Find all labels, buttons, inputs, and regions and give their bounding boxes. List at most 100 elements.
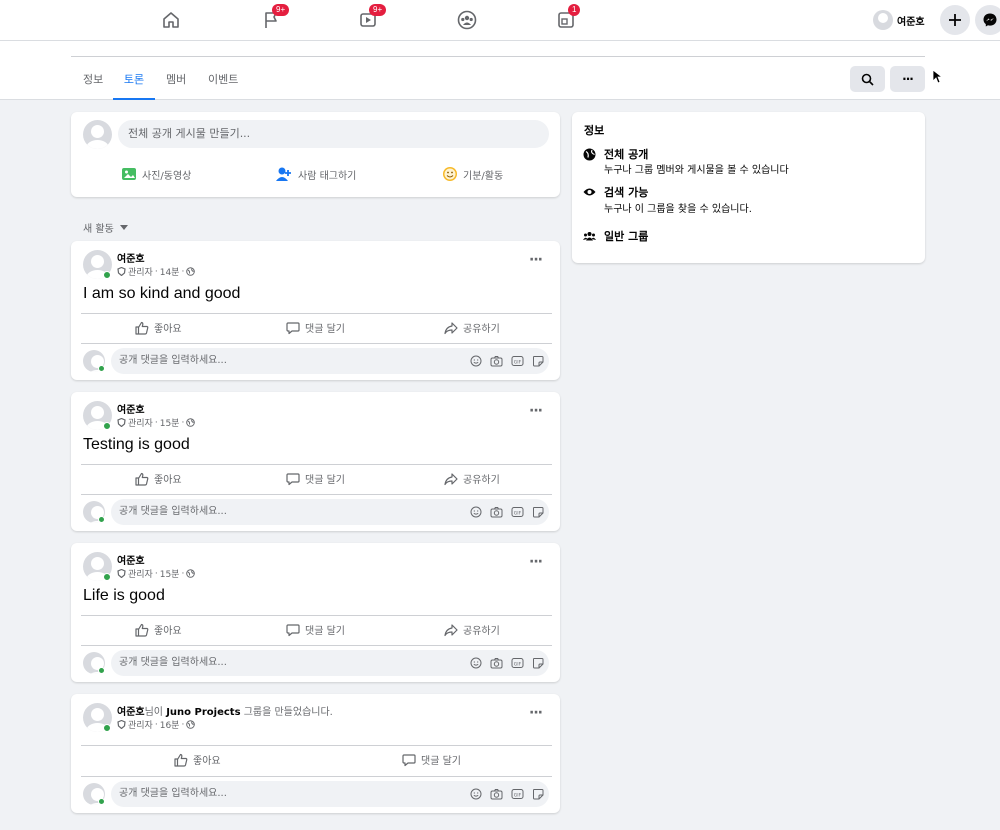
emoji-icon[interactable] [470,355,482,367]
camera-icon[interactable] [490,657,503,669]
post-role: 관리자 [128,268,153,278]
post-time[interactable]: 14분 [160,265,180,278]
comment-icon [286,623,300,636]
globe-icon [186,267,196,276]
comment-icon [286,472,300,485]
tab-members[interactable]: 멤버 [166,71,186,100]
messenger-button[interactable] [975,5,1000,35]
tab-discussion[interactable]: 토론 [113,71,155,100]
create-button[interactable] [940,5,970,35]
admin-badge-icon [117,720,126,729]
share-icon [444,623,458,636]
post-card: 여준호 관리자 · 15분 · ··· Life is good 좋아요 댓글 달기… [71,543,560,682]
post-author[interactable]: 여준호 [117,707,145,718]
photo-video-label: 사진/동영상 [142,170,192,182]
online-indicator [98,516,105,523]
post-meta: 관리자 · 15분 · [117,416,196,429]
online-indicator [103,724,111,732]
sticker-icon[interactable] [532,506,544,518]
emoji-icon[interactable] [470,506,482,518]
tab-about[interactable]: 정보 [83,71,103,100]
share-button[interactable]: 공유하기 [444,471,500,486]
composer-input[interactable]: 전체 공개 게시물 만들기... [118,120,549,148]
comment-button[interactable]: 댓글 달기 [286,471,345,486]
pages-nav[interactable]: 9+ [258,4,290,32]
comment-button[interactable]: 댓글 달기 [402,752,461,767]
post-author[interactable]: 여준호 [117,552,145,567]
comment-icon [402,753,416,766]
online-indicator [103,271,111,279]
comment-button[interactable]: 댓글 달기 [286,320,345,335]
gif-icon[interactable]: GIF [511,355,524,367]
share-label: 공유하기 [463,475,500,486]
home-icon [163,12,179,28]
share-button[interactable]: 공유하기 [444,622,500,637]
tag-people-button[interactable]: 사람 태그하기 [275,166,356,182]
feeling-activity-button[interactable]: 기분/활동 [442,166,503,182]
separator: · [154,719,158,730]
post-text: I am so kind and good [83,285,241,302]
sticker-icon[interactable] [532,355,544,367]
comment-button[interactable]: 댓글 달기 [286,622,345,637]
share-button[interactable]: 공유하기 [444,320,500,335]
visibility-desc: 누구나 그룹 멤버와 게시물을 볼 수 있습니다 [604,165,789,176]
sort-dropdown[interactable]: 새 활동 [83,220,128,235]
post-options-icon[interactable]: ··· [529,554,543,570]
post-options-icon[interactable]: ··· [529,705,543,721]
cursor-icon [932,69,942,84]
like-label: 좋아요 [154,475,182,486]
gaming-nav[interactable]: 1 [553,4,581,32]
profile-shortcut[interactable]: 여준호 [873,10,925,30]
gif-icon[interactable]: GIF [511,657,524,669]
watch-nav[interactable]: 9+ [355,4,387,32]
like-button[interactable]: 좋아요 [135,622,182,637]
like-button[interactable]: 좋아요 [135,320,182,335]
like-button[interactable]: 좋아요 [174,752,221,767]
home-nav[interactable] [158,8,184,32]
online-indicator [98,798,105,805]
group-name[interactable]: Juno Projects [166,707,240,718]
post-card: 여준호 관리자 · 15분 · ··· Testing is good 좋아요 댓글… [71,392,560,531]
camera-icon[interactable] [490,506,503,518]
photo-video-button[interactable]: 사진/동영상 [121,166,191,182]
gaming-badge: 1 [568,4,581,16]
emoji-icon[interactable] [470,657,482,669]
separator: · [181,719,185,730]
sort-label: 새 활동 [83,224,114,235]
post-author[interactable]: 여준호 [117,401,145,416]
plus-icon [949,14,961,26]
comment-label: 댓글 달기 [305,324,345,335]
groups-nav[interactable] [454,8,480,32]
sticker-icon[interactable] [532,657,544,669]
post-time[interactable]: 15분 [160,416,180,429]
post-author[interactable]: 여준호 [117,250,145,265]
comment-placeholder: 공개 댓글을 입력하세요... [119,788,227,799]
gif-icon[interactable]: GIF [511,788,524,800]
comment-tools: GIF [470,657,544,669]
about-title: 정보 [584,124,605,137]
photo-icon [122,168,136,180]
group-more-button[interactable]: ··· [890,66,925,92]
post-options-icon[interactable]: ··· [529,403,543,419]
gif-icon[interactable]: GIF [511,506,524,518]
post-card: 여준호 관리자 · 14분 · ··· I am so kind and good … [71,241,560,380]
emoji-icon[interactable] [470,788,482,800]
group-search-button[interactable] [850,66,885,92]
share-icon [444,321,458,334]
post-options-icon[interactable]: ··· [529,252,543,268]
camera-icon[interactable] [490,355,503,367]
globe-icon [186,569,196,578]
messenger-icon [983,13,997,27]
separator: · [154,266,158,277]
camera-icon[interactable] [490,788,503,800]
post-time[interactable]: 16분 [160,718,180,731]
profile-name: 여준호 [897,16,925,28]
sticker-icon[interactable] [532,788,544,800]
like-button[interactable]: 좋아요 [135,471,182,486]
tab-events[interactable]: 이벤트 [208,71,238,100]
svg-text:GIF: GIF [514,661,522,667]
caret-down-icon [119,224,128,230]
post-meta: 관리자 · 15분 · [117,567,196,580]
post-time[interactable]: 15분 [160,567,180,580]
post-card: 여준호님이 Juno Projects 그룹을 만들었습니다. 관리자 · 16분… [71,694,560,813]
